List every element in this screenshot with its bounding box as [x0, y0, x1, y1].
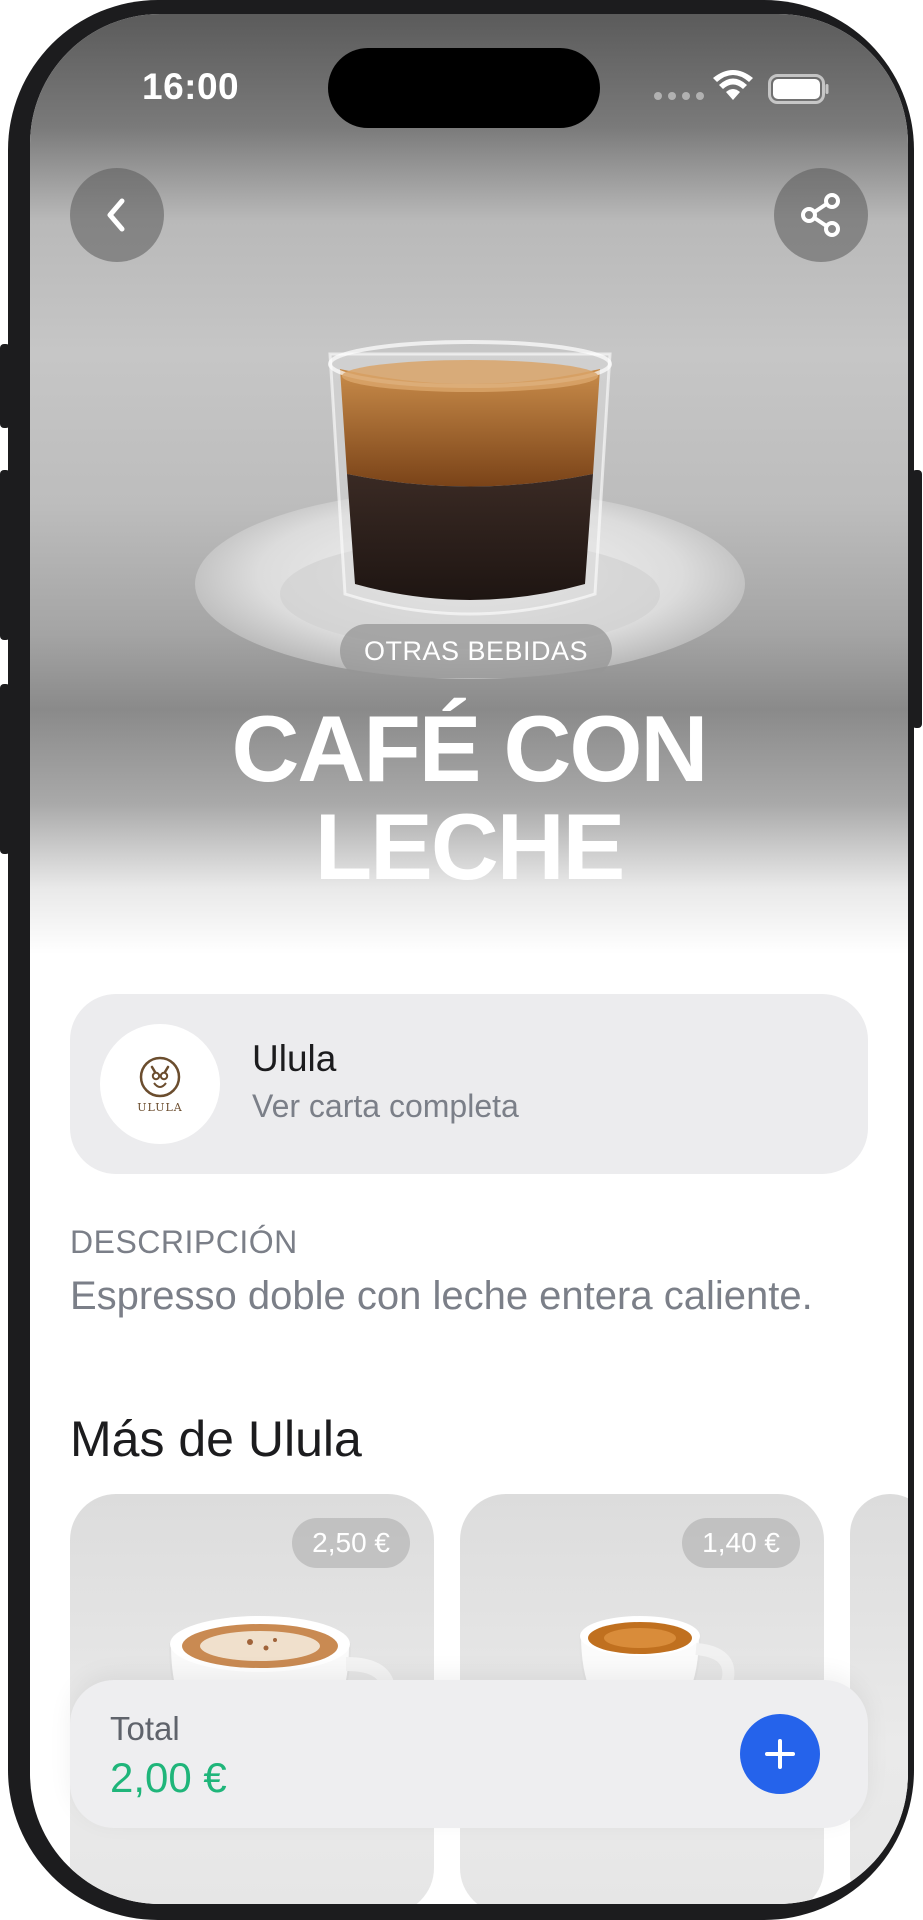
view-full-menu-link[interactable]: Ver carta completa [252, 1088, 519, 1125]
description-text: Espresso doble con leche entera caliente… [70, 1274, 813, 1318]
price-badge: 2,50 € [292, 1518, 410, 1568]
power-button [912, 470, 922, 728]
restaurant-logo: ULULA [100, 1024, 220, 1144]
phone-frame: 16:00 OTRAS BEBIDAS CAFÉ CON LECHE ULULA… [0, 0, 922, 1920]
product-title-line-1: CAFÉ CON [231, 696, 709, 801]
home-indicator [330, 1876, 610, 1884]
total-value: 2,00 € [110, 1754, 227, 1801]
volume-down-button [0, 684, 10, 854]
description-label: DESCRIPCIÓN [70, 1224, 298, 1260]
price-badge: 1,40 € [682, 1518, 800, 1568]
total-bar: Total 2,00 € [70, 1680, 868, 1828]
cellular-signal-icon [654, 92, 704, 100]
restaurant-card[interactable]: ULULA Ulula Ver carta completa [70, 994, 868, 1174]
plus-icon [765, 1739, 795, 1769]
action-button [0, 344, 10, 428]
category-badge: OTRAS BEBIDAS [340, 624, 613, 678]
share-icon [801, 193, 840, 237]
add-to-cart-button[interactable] [740, 1714, 820, 1794]
wifi-icon [713, 70, 753, 100]
screen: 16:00 OTRAS BEBIDAS CAFÉ CON LECHE ULULA… [30, 14, 908, 1904]
share-button[interactable] [774, 168, 868, 262]
restaurant-name: Ulula [252, 1038, 337, 1079]
total-label: Total [110, 1710, 180, 1747]
dynamic-island [328, 48, 600, 128]
battery-icon [768, 74, 829, 104]
back-button[interactable] [70, 168, 164, 262]
back-chevron-icon [107, 198, 125, 232]
product-title-line-2: LECHE [314, 794, 626, 899]
owl-logo-icon [139, 1056, 181, 1097]
product-title: CAFÉ CON LECHE [30, 700, 908, 896]
logo-wordmark: ULULA [137, 1100, 183, 1114]
volume-up-button [0, 470, 10, 640]
status-time: 16:00 [142, 66, 240, 107]
more-from-restaurant-title: Más de Ulula [70, 1411, 362, 1467]
